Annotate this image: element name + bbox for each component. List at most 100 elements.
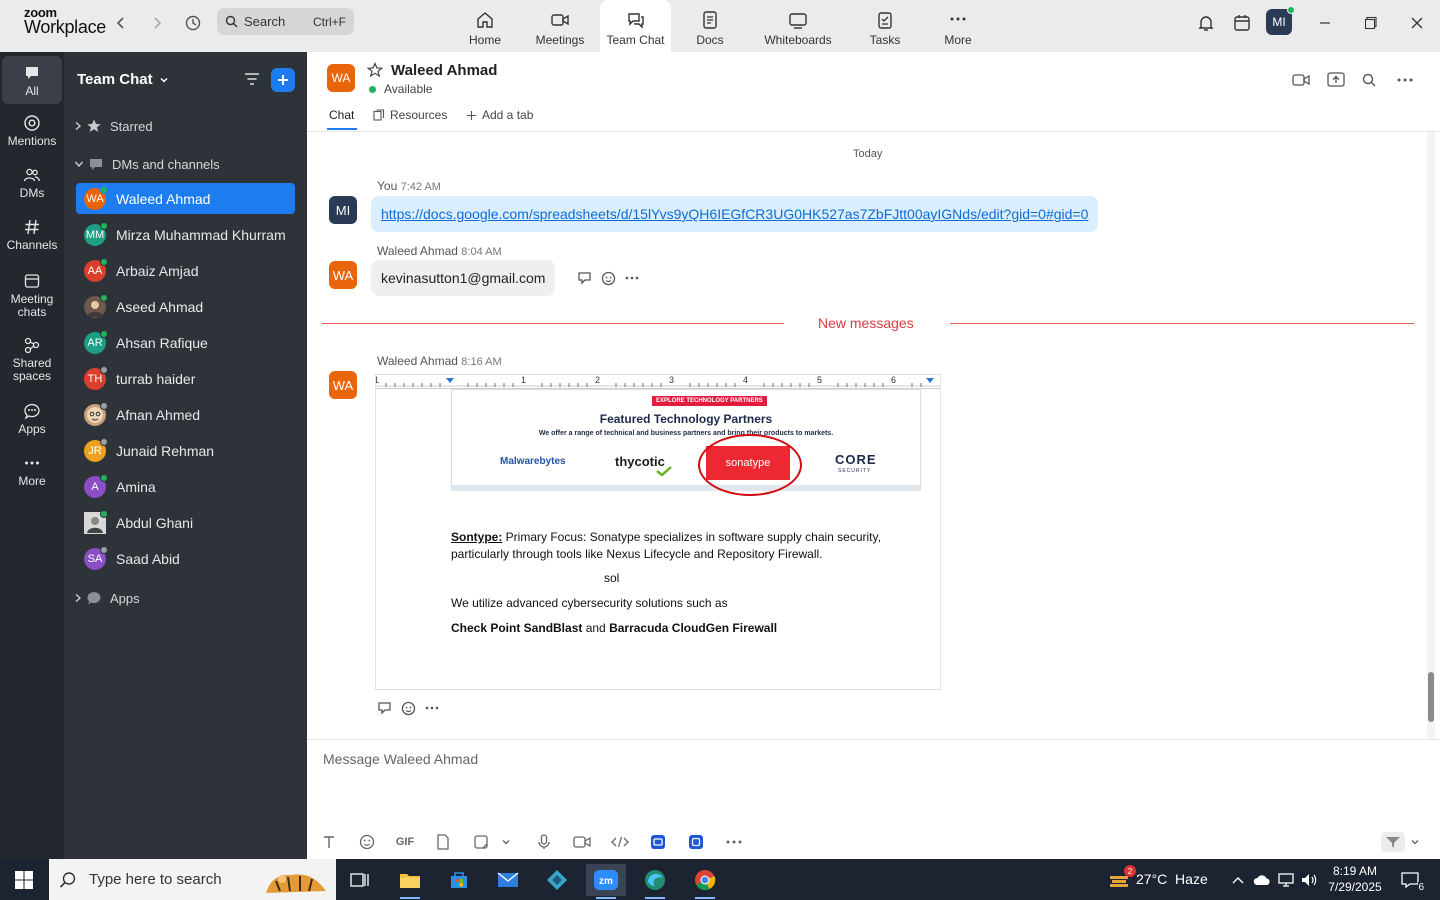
rail-shared-spaces[interactable]: Shared spaces [2,336,62,383]
mail-icon[interactable] [488,864,528,896]
bell-icon[interactable] [1195,12,1217,34]
code-snippet-icon[interactable] [610,832,630,852]
more-options-icon[interactable] [425,706,439,710]
video-call-icon[interactable] [1291,70,1311,90]
text-format-icon[interactable] [319,832,339,852]
store-icon[interactable] [439,864,479,896]
screenshot-icon[interactable] [471,832,491,852]
contact-saad-abid[interactable]: SA Saad Abid [76,543,295,574]
emoji-reaction-icon[interactable] [401,700,417,716]
sidebar-title[interactable]: Team Chat [77,71,169,88]
more-options-icon[interactable] [1395,70,1415,90]
close-icon[interactable] [1406,12,1428,34]
video-message-icon[interactable] [572,832,592,852]
minimize-icon[interactable] [1314,12,1336,34]
app-diamond-icon[interactable] [537,864,577,896]
maximize-icon[interactable] [1360,12,1382,34]
forward-arrow-icon[interactable] [146,12,168,34]
contact-afnan-ahmed[interactable]: Afnan Ahmed [76,399,295,430]
new-messages-line [950,323,1414,324]
network-icon[interactable] [1277,871,1295,889]
spreadsheet-link[interactable]: https://docs.google.com/spreadsheets/d/1… [381,206,1088,222]
image-attachment[interactable]: 1 1 2 3 4 5 6 EXPLORE TECHNOLOGY PARTNER… [375,374,941,690]
tab-chat[interactable]: Chat [329,108,354,122]
message-avatar[interactable]: WA [329,261,357,289]
back-arrow-icon[interactable] [110,12,132,34]
new-chat-button[interactable] [271,68,295,92]
header-avatar[interactable]: WA [327,64,355,92]
history-icon[interactable] [182,12,204,34]
volume-icon[interactable] [1300,871,1318,889]
contact-name[interactable]: Waleed Ahmad [391,62,497,79]
contact-junaid-rehman[interactable]: JR Junaid Rehman [76,435,295,466]
app-shortcut-icon[interactable] [648,832,668,852]
send-options-icon[interactable] [1381,832,1405,852]
filter-icon[interactable] [242,69,262,89]
rail-meeting-chats[interactable]: Meeting chats [2,272,62,319]
more-options-icon[interactable] [724,832,744,852]
section-apps[interactable]: Apps [74,590,140,606]
message-composer[interactable]: Message Waleed Ahmad GIF [307,739,1440,859]
taskbar-search[interactable]: Type here to search [49,859,336,900]
message-avatar[interactable]: MI [329,196,357,224]
nav-tasks[interactable]: Tasks [864,0,906,52]
contact-waleed-ahmad[interactable]: WA Waleed Ahmad [76,183,295,214]
rail-dms[interactable]: DMs [2,166,62,200]
nav-team-chat[interactable]: Team Chat [600,0,671,52]
windows-start-icon[interactable] [14,870,34,893]
user-avatar[interactable]: MI [1266,6,1295,35]
search-input[interactable]: Search Ctrl+F [217,8,354,35]
contact-amina[interactable]: A Amina [76,471,295,502]
chevron-down-icon[interactable] [496,832,516,852]
nav-docs[interactable]: Docs [690,0,730,52]
contact-mirza-muhammad-khurram[interactable]: MM Mirza Muhammad Khurram [76,219,295,250]
weather-widget[interactable]: 2 27°C Haze [1108,865,1208,888]
chevron-down-icon[interactable] [1405,832,1425,852]
rail-all[interactable]: All [2,56,62,104]
emoji-icon[interactable] [357,832,377,852]
onedrive-icon[interactable] [1253,871,1271,889]
nav-meetings[interactable]: Meetings [530,0,590,52]
message-scrollbar[interactable] [1427,132,1435,739]
more-options-icon[interactable] [625,276,639,280]
app-shortcut-icon[interactable] [686,832,706,852]
scrollbar-thumb[interactable] [1428,672,1434,722]
message-avatar[interactable]: WA [329,371,357,399]
reply-icon[interactable] [377,700,393,716]
add-tab-button[interactable]: Add a tab [466,108,533,122]
contact-arbaiz-amjad[interactable]: AA Arbaiz Amjad [76,255,295,286]
file-icon[interactable] [433,832,453,852]
share-screen-icon[interactable] [1326,70,1346,90]
rail-mentions[interactable]: Mentions [2,114,62,148]
star-icon[interactable] [366,62,384,81]
message-list[interactable]: Today You 7:42 AM MI https://docs.google… [307,132,1440,739]
zoom-app-icon[interactable]: zm [586,864,626,899]
rail-apps[interactable]: Apps [2,402,62,436]
rail-channels[interactable]: Channels [2,218,62,252]
contact-ahsan-rafique[interactable]: AR Ahsan Rafique [76,327,295,358]
nav-more[interactable]: More [938,0,978,52]
chrome-browser-icon[interactable] [685,864,725,899]
task-view-icon[interactable] [340,864,380,896]
emoji-reaction-icon[interactable] [601,270,617,286]
section-dms-channels[interactable]: DMs and channels [74,156,220,172]
file-explorer-icon[interactable] [390,864,430,899]
edge-browser-icon[interactable] [635,864,675,899]
contact-turrab-haider[interactable]: TH turrab haider [76,363,295,394]
nav-whiteboards[interactable]: Whiteboards [760,0,836,52]
contact-aseed-ahmad[interactable]: Aseed Ahmad [76,291,295,322]
chevron-up-icon[interactable] [1229,871,1247,889]
gif-button[interactable]: GIF [395,832,415,852]
calendar-icon[interactable] [1231,12,1253,34]
search-icon[interactable] [1359,70,1379,90]
nav-home[interactable]: Home [462,0,508,52]
rail-more[interactable]: More [2,454,62,488]
contact-abdul-ghani[interactable]: Abdul Ghani [76,507,295,538]
notification-center-icon[interactable]: 6 [1398,871,1424,893]
section-starred[interactable]: Starred [74,118,153,134]
tab-resources[interactable]: Resources [373,108,447,122]
message-input[interactable]: Message Waleed Ahmad [323,751,478,767]
reply-icon[interactable] [577,270,593,286]
system-clock[interactable]: 8:19 AM 7/29/2025 [1326,863,1384,895]
microphone-icon[interactable] [534,832,554,852]
